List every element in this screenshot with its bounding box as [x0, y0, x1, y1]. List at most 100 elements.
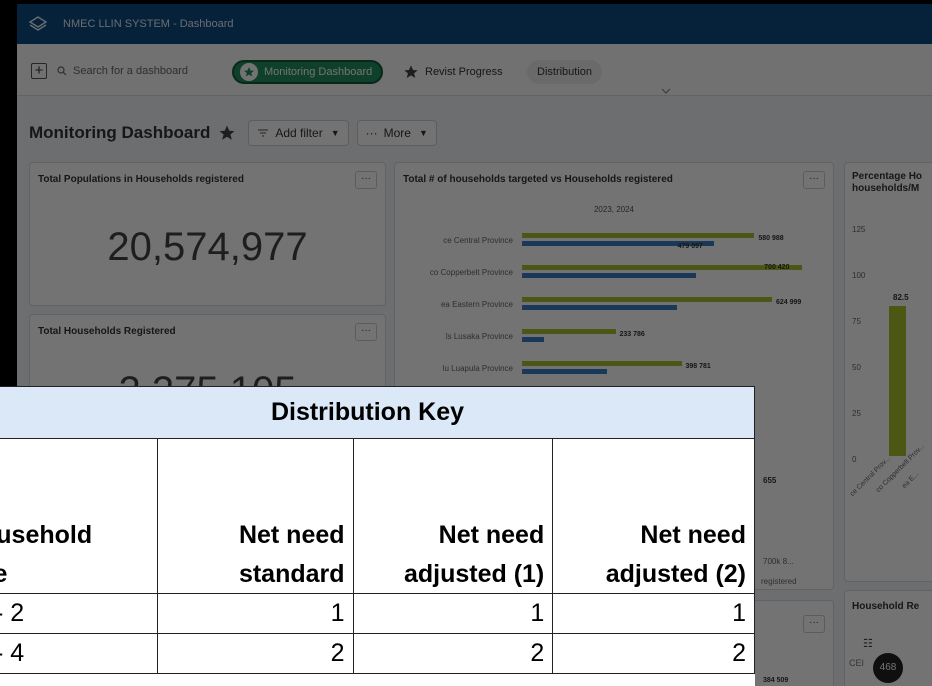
bar-targeted [522, 329, 616, 334]
star-icon [404, 65, 418, 78]
y-tick-label: 100 [852, 271, 866, 280]
bar-registered [522, 305, 677, 310]
tab-label: Distribution [537, 66, 593, 78]
app-title: NMEC LLIN SYSTEM - Dashboard [63, 18, 234, 30]
card-menu-button[interactable]: ··· [355, 171, 377, 189]
bar-row: ea Eastern Province 624 999 [395, 297, 825, 327]
partial-data-label: 655 [763, 476, 777, 485]
household-re-card: Household Re ☷ CEI 468 [844, 590, 932, 686]
x-axis-tail: 700k 8... [763, 557, 794, 566]
column-header: Net need adjusted (2) [552, 438, 755, 594]
bar-row: co Copperbelt Province 700 420 [395, 264, 825, 295]
category-label: lu Luapula Province [442, 364, 513, 373]
y-tick-label: 50 [852, 363, 861, 372]
card-title: Total Populations in Households register… [38, 174, 244, 185]
list-icon[interactable]: ☷ [863, 637, 873, 650]
category-label: ea Eastern Province [440, 300, 513, 309]
layers-logo-icon [28, 16, 48, 31]
category-label: ls Lusaka Province [445, 332, 513, 341]
bar-targeted [522, 265, 803, 270]
bar-row: ls Lusaka Province 233 786 [395, 329, 825, 359]
table-cell: - 4 [0, 633, 158, 674]
tab-label: Monitoring Dashboard [264, 66, 373, 78]
bar-value-label: 82.5 [893, 293, 909, 302]
count-badge[interactable]: 468 [873, 653, 903, 683]
column-header: ouseholdze [0, 438, 158, 594]
chevron-down-icon: ▼ [330, 128, 340, 138]
data-label: 580 988 [758, 235, 784, 242]
bar-row: ce Central Province 580 988 479 097 [395, 233, 825, 263]
bar-chart: ce Central Province 580 988 479 097 co Copp… [395, 233, 835, 393]
filter-icon [258, 129, 269, 137]
y-tick-label: 75 [852, 317, 861, 326]
tab-revist-progress[interactable]: Revist Progress [397, 60, 512, 84]
column-header: Net need standard [156, 438, 354, 594]
category-label: ce Central Province [443, 236, 513, 245]
y-tick-label: 125 [852, 225, 866, 234]
dashboard-navbar: + Search for a dashboard Monitoring Dash… [17, 44, 932, 96]
table-cell: 1 [156, 593, 354, 634]
chart-subtitle: 2023, 2024 [593, 205, 635, 214]
distribution-key-table: Distribution Key ouseholdzeNet needstand… [0, 386, 755, 674]
more-label: More [383, 126, 411, 140]
bar-registered [522, 369, 607, 374]
search-placeholder: Search for a dashboard [73, 65, 188, 77]
card-menu-button[interactable]: ··· [803, 171, 825, 189]
y-tick-label: 25 [852, 409, 861, 418]
search-icon [57, 66, 67, 76]
tab-monitoring-dashboard[interactable]: Monitoring Dashboard [232, 60, 384, 84]
data-label: 700 420 [764, 264, 790, 271]
table-cell: - 2 [0, 593, 158, 634]
page-title: Monitoring Dashboard [29, 123, 211, 142]
bar-targeted [522, 233, 755, 238]
category-label: co Copperbelt Province [429, 268, 513, 277]
bar-registered [522, 273, 696, 278]
add-filter-label: Add filter [275, 126, 323, 140]
more-dots-icon: ··· [365, 126, 378, 140]
star-icon [244, 67, 254, 77]
data-label: 233 786 [619, 331, 645, 338]
percentage-card: Percentage Ho households/M 125 100 75 50 25 0… [844, 162, 932, 582]
data-label: 398 781 [685, 363, 711, 370]
total-populations-value: 20,574,977 [107, 225, 308, 269]
table-cell: 1 [552, 593, 755, 634]
more-button[interactable]: ··· More ▼ [356, 120, 437, 146]
table-header-row: ouseholdzeNet needstandardNet needadjust… [0, 438, 755, 594]
table-cell: 2 [352, 633, 554, 674]
card-title: Percentage Ho [852, 171, 923, 182]
data-label: 479 097 [677, 243, 703, 250]
app-bar: NMEC LLIN SYSTEM - Dashboard [17, 4, 932, 44]
table-cell: 2 [156, 633, 354, 674]
table-cell: 2 [552, 633, 755, 674]
bottom-value-label: 384 509 [763, 677, 789, 684]
data-label: 624 999 [775, 299, 802, 306]
dashboard-search-input[interactable]: Search for a dashboard [57, 65, 188, 77]
distribution-key-panel: Distribution Key ouseholdzeNet needstand… [0, 386, 755, 686]
card-title: Household Re [852, 601, 920, 612]
dashboard-header: Monitoring Dashboard Add filter ▼ ··· Mo… [29, 120, 437, 146]
card-menu-button[interactable]: ··· [803, 615, 825, 633]
table-row: - 4222 [0, 633, 755, 674]
total-populations-card: Total Populations in Households register… [29, 162, 386, 306]
column-header: Net need adjusted (1) [352, 438, 554, 594]
bar-registered [522, 337, 544, 342]
add-dashboard-button[interactable]: + [31, 63, 47, 79]
badge-label: CEI [849, 658, 865, 668]
chevron-down-icon: ▼ [418, 128, 428, 138]
tab-label: Revist Progress [425, 66, 503, 78]
x-tick-label: ea E... [901, 470, 921, 490]
card-title-line2: households/M [852, 183, 920, 194]
card-title: Total Households Registered [38, 326, 176, 337]
bar-targeted [522, 361, 682, 366]
tab-distribution[interactable]: Distribution [527, 60, 603, 84]
table-row: - 2111 [0, 593, 755, 634]
percentage-bar [889, 306, 906, 456]
chevron-down-icon[interactable] [661, 88, 671, 94]
table-cell: 1 [352, 593, 554, 634]
y-tick-label: 0 [852, 455, 857, 464]
card-title: Total # of households targeted vs Househ… [403, 174, 673, 185]
card-menu-button[interactable]: ··· [355, 323, 377, 341]
star-icon[interactable] [218, 124, 236, 142]
distribution-key-title: Distribution Key [0, 386, 755, 439]
add-filter-button[interactable]: Add filter ▼ [248, 120, 349, 146]
